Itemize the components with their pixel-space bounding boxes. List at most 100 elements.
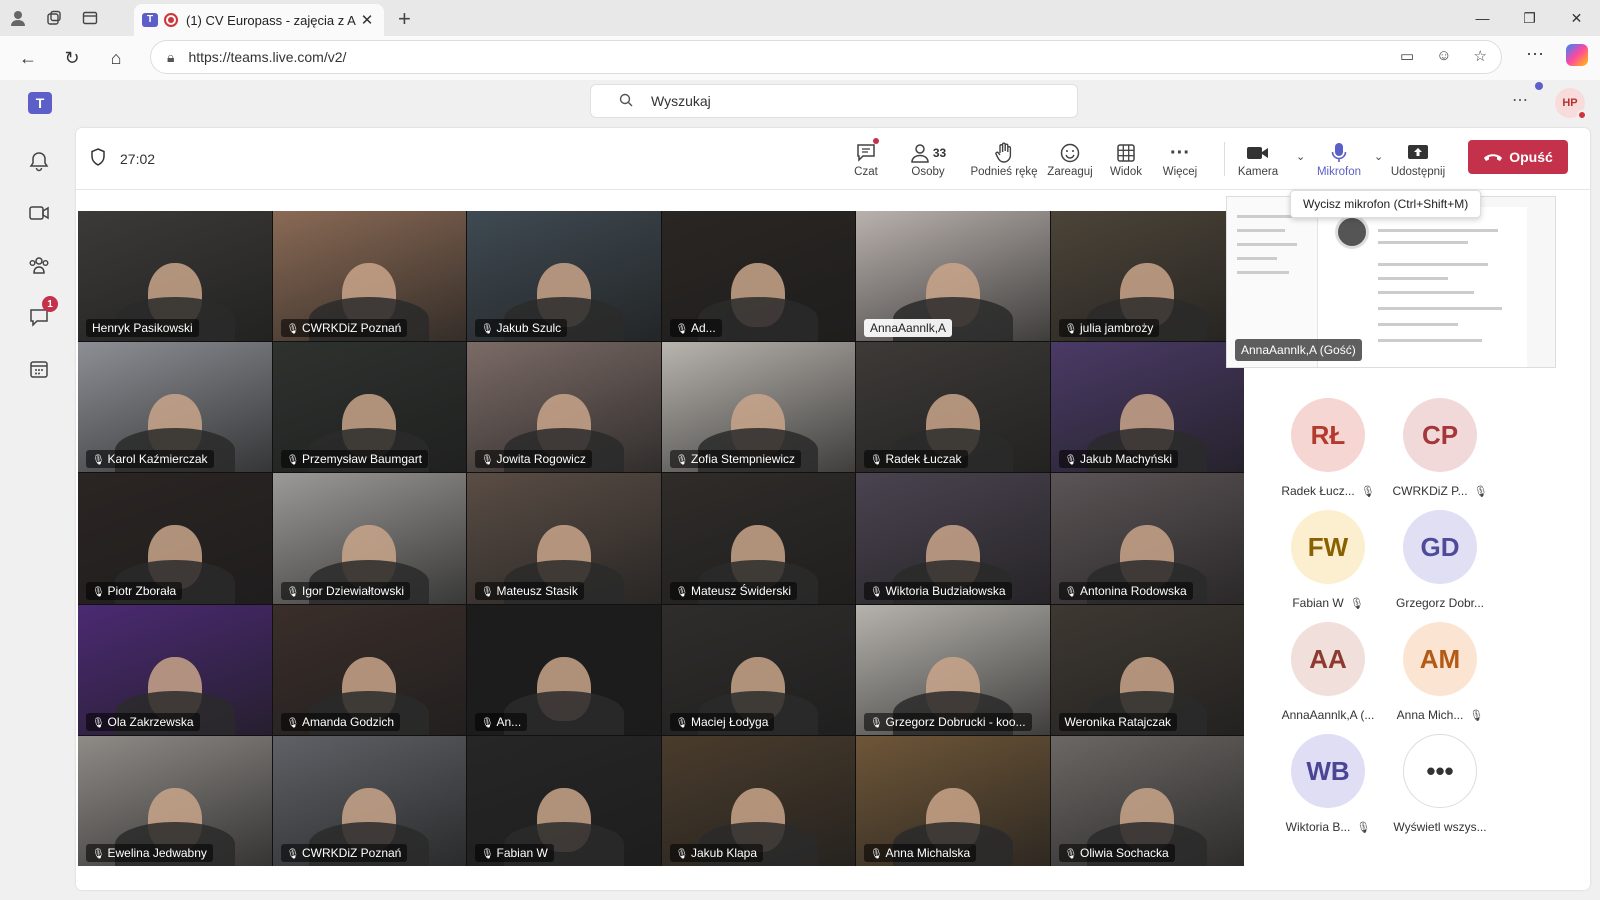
maximize-icon[interactable]: ❐ bbox=[1506, 0, 1553, 36]
chat-rail-icon[interactable]: 1 bbox=[26, 296, 58, 330]
favorite-star-icon[interactable]: ☆ bbox=[1474, 47, 1487, 65]
react-button[interactable]: Zareaguj bbox=[1044, 134, 1096, 184]
more-button[interactable]: ··· Więcej bbox=[1158, 134, 1202, 184]
url-field[interactable]: 🔒︎ https://teams.live.com/v2/ ▭ ☺ ☆ bbox=[150, 40, 1502, 74]
video-tile[interactable]: 🎙︎ Jakub Machyński bbox=[1050, 342, 1244, 473]
close-window-icon[interactable]: ✕ bbox=[1553, 0, 1600, 36]
read-aloud-icon[interactable]: ☺ bbox=[1436, 47, 1451, 65]
chat-unread-dot bbox=[873, 138, 879, 144]
people-button[interactable]: 33 Osoby bbox=[898, 134, 958, 184]
collections-icon[interactable] bbox=[36, 0, 72, 36]
video-tile[interactable]: 🎙︎ Anna Michalska bbox=[856, 735, 1050, 866]
participant-name-row: AnnaAannlk,A (... bbox=[1282, 708, 1375, 722]
video-tile[interactable]: 🎙︎ Fabian W bbox=[467, 735, 661, 866]
video-tile-label: 🎙︎ CWRKDiZ Poznań bbox=[280, 843, 408, 862]
search-input[interactable]: Wyszukaj bbox=[590, 84, 1078, 118]
participant-card[interactable]: AA AnnaAannlk,A (... bbox=[1272, 622, 1384, 732]
toolbar-divider bbox=[1224, 142, 1225, 176]
video-tile-name: CWRKDiZ Poznań bbox=[301, 321, 402, 336]
video-tile[interactable]: 🎙︎ Karol Kaźmierczak bbox=[78, 342, 272, 473]
refresh-icon[interactable]: ↻ bbox=[50, 36, 94, 80]
camera-options-chevron-icon[interactable]: ⌄ bbox=[1296, 150, 1305, 163]
video-tile[interactable]: 🎙︎ Jakub Szulc bbox=[467, 211, 661, 342]
community-icon[interactable] bbox=[26, 252, 52, 278]
participant-card[interactable]: FW Fabian W 🎙︎ bbox=[1272, 510, 1384, 620]
window-controls: — ❐ ✕ bbox=[1459, 0, 1600, 36]
participant-card[interactable]: AM Anna Mich... 🎙︎ bbox=[1384, 622, 1496, 732]
video-tile[interactable]: 🎙︎ CWRKDiZ Poznań bbox=[272, 211, 466, 342]
video-tile-name: Oliwia Sochacka bbox=[1079, 845, 1169, 860]
video-tile[interactable]: 🎙︎ Wiktoria Budziałowska bbox=[856, 473, 1050, 604]
view-button[interactable]: Widok bbox=[1106, 134, 1146, 184]
active-browser-tab[interactable]: T (1) CV Europass - zajęcia z A ✕ bbox=[134, 4, 384, 36]
people-icon: 33 bbox=[910, 140, 946, 166]
bell-icon[interactable] bbox=[26, 148, 52, 174]
tab-actions-icon[interactable] bbox=[72, 0, 108, 36]
camera-label: Kamera bbox=[1237, 166, 1279, 178]
participant-card[interactable]: GD Grzegorz Dobr... bbox=[1384, 510, 1496, 620]
user-avatar[interactable]: HP bbox=[1555, 88, 1587, 120]
mic-off-icon: 🎙︎ bbox=[870, 717, 886, 729]
home-icon[interactable]: ⌂ bbox=[94, 36, 138, 80]
video-tile[interactable]: 🎙︎ CWRKDiZ Poznań bbox=[272, 735, 466, 866]
video-tile[interactable]: 🎙︎ Mateusz Stasik bbox=[467, 473, 661, 604]
mic-off-icon: 🎙︎ bbox=[1064, 848, 1080, 860]
grid-view-icon bbox=[1116, 140, 1136, 166]
url-text: https://teams.live.com/v2/ bbox=[188, 49, 347, 65]
video-tile-name: Fabian W bbox=[496, 845, 548, 860]
view-all-button[interactable]: ••• Wyświetl wszys... bbox=[1384, 734, 1496, 844]
participant-card[interactable]: RŁ Radek Łucz... 🎙︎ bbox=[1272, 398, 1384, 508]
video-tile[interactable]: 🎙︎ Maciej Łodyga bbox=[661, 604, 855, 735]
mic-options-chevron-icon[interactable]: ⌄ bbox=[1374, 150, 1383, 163]
video-tile[interactable]: 🎙︎ Zofia Stempniewicz bbox=[661, 342, 855, 473]
video-tile[interactable]: 🎙︎ Igor Dziewiałtowski bbox=[272, 473, 466, 604]
video-tile[interactable]: AnnaAannlk,A bbox=[856, 211, 1050, 342]
video-tile[interactable]: 🎙︎ Ad... bbox=[661, 211, 855, 342]
participant-card[interactable]: CP CWRKDiZ P... 🎙︎ bbox=[1384, 398, 1496, 508]
video-tile[interactable]: 🎙︎ Antonina Rodowska bbox=[1050, 473, 1244, 604]
video-tile[interactable]: 🎙︎ Oliwia Sochacka bbox=[1050, 735, 1244, 866]
video-tile[interactable]: Henryk Pasikowski bbox=[78, 211, 272, 342]
copilot-icon[interactable] bbox=[1566, 44, 1588, 66]
leave-button[interactable]: Opuść bbox=[1468, 140, 1568, 174]
close-tab-icon[interactable]: ✕ bbox=[358, 11, 376, 29]
hang-up-icon bbox=[1483, 149, 1503, 165]
camera-permission-icon[interactable]: ▭ bbox=[1400, 47, 1414, 65]
video-tile-label: 🎙︎ Jakub Szulc bbox=[475, 319, 568, 338]
video-tile[interactable]: 🎙︎ Mateusz Świderski bbox=[661, 473, 855, 604]
tab-title: (1) CV Europass - zajęcia z A bbox=[186, 12, 356, 28]
settings-more-icon[interactable]: ⋯ bbox=[1512, 90, 1528, 110]
back-icon[interactable]: ← bbox=[6, 36, 50, 80]
video-tile[interactable]: 🎙︎ Piotr Zborała bbox=[78, 473, 272, 604]
mic-off-icon: 🎙︎ bbox=[481, 586, 497, 598]
video-tile[interactable]: 🎙︎ Radek Łuczak bbox=[856, 342, 1050, 473]
participant-card[interactable]: WB Wiktoria B... 🎙︎ bbox=[1272, 734, 1384, 844]
video-tile[interactable]: 🎙︎ julia jambroży bbox=[1050, 211, 1244, 342]
teams-favicon-icon: T bbox=[142, 13, 158, 27]
video-tile[interactable]: 🎙︎ Jowita Rogowicz bbox=[467, 342, 661, 473]
video-tile[interactable]: 🎙︎ Jakub Klapa bbox=[661, 735, 855, 866]
minimize-icon[interactable]: — bbox=[1459, 0, 1506, 36]
video-tile[interactable]: 🎙︎ Przemysław Baumgart bbox=[272, 342, 466, 473]
camera-button[interactable]: Kamera bbox=[1236, 134, 1280, 184]
video-tile[interactable]: 🎙︎ Amanda Godzich bbox=[272, 604, 466, 735]
new-tab-icon[interactable]: + bbox=[398, 6, 411, 32]
microphone-button[interactable]: Mikrofon bbox=[1314, 134, 1364, 184]
video-tile-name: Ola Zakrzewska bbox=[107, 714, 194, 729]
video-tile-name: AnnaAannlk,A bbox=[870, 321, 947, 336]
share-button[interactable]: Udostępnij bbox=[1388, 134, 1448, 184]
chat-button[interactable]: Czat bbox=[846, 134, 886, 184]
video-tile[interactable]: 🎙︎ Grzegorz Dobrucki - koo... bbox=[856, 604, 1050, 735]
meet-video-icon[interactable] bbox=[26, 200, 52, 226]
shared-screen-preview[interactable]: AnnaAannlk,A (Gość) bbox=[1226, 196, 1556, 368]
profile-icon[interactable] bbox=[0, 0, 36, 36]
browser-menu-icon[interactable]: ⋯ bbox=[1526, 44, 1544, 66]
video-tile-label: 🎙︎ Wiktoria Budziałowska bbox=[864, 581, 1012, 600]
calendar-icon[interactable] bbox=[26, 356, 52, 382]
video-tile[interactable]: 🎙︎ Ola Zakrzewska bbox=[78, 604, 272, 735]
video-tile[interactable]: Weronika Ratajczak bbox=[1050, 604, 1244, 735]
video-tile[interactable]: 🎙︎ An... bbox=[467, 604, 661, 735]
video-tile-name: Jowita Rogowicz bbox=[496, 452, 586, 467]
raise-hand-button[interactable]: Podnieś rękę bbox=[968, 134, 1040, 184]
video-tile[interactable]: 🎙︎ Ewelina Jedwabny bbox=[78, 735, 272, 866]
